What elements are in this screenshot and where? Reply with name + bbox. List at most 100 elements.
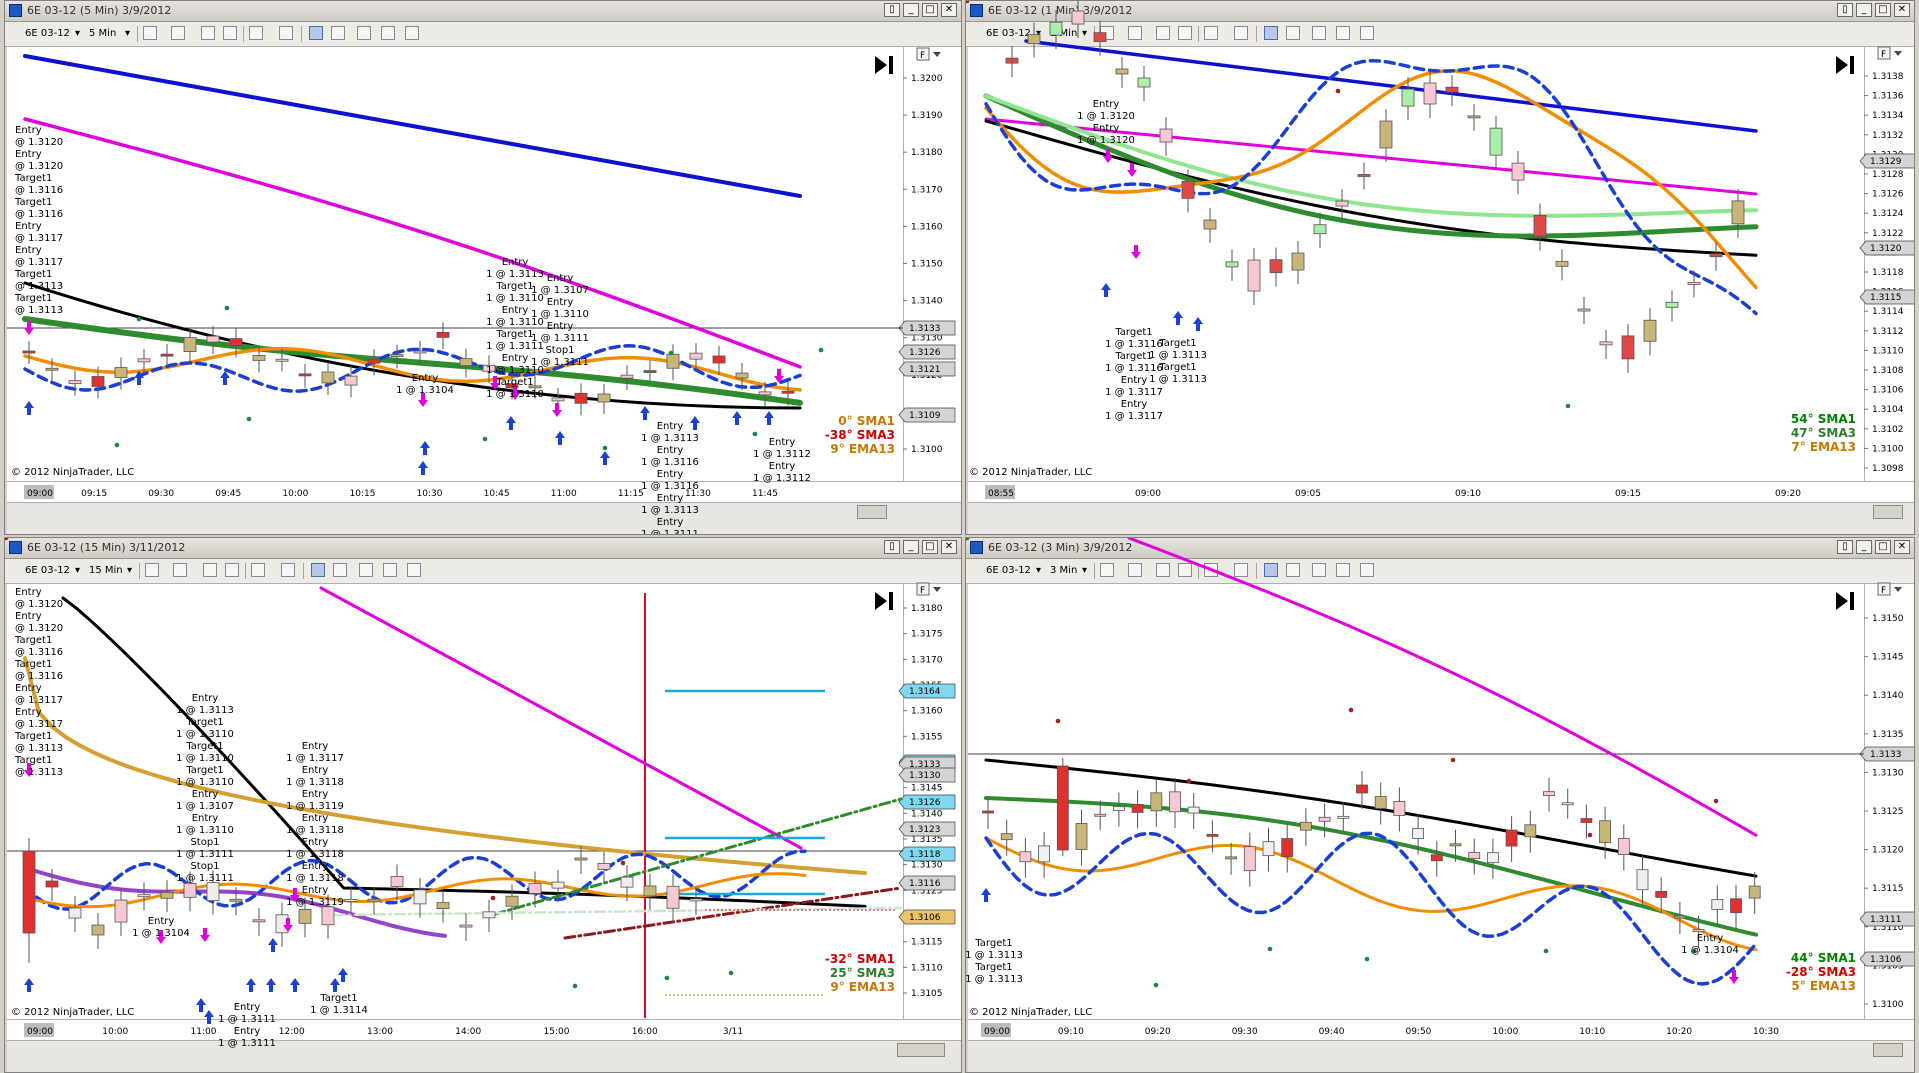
order-label: Entry: [547, 321, 574, 332]
order-label: Target1: [495, 329, 533, 340]
order-label: Entry: [302, 813, 329, 824]
candle-body: [1318, 816, 1331, 822]
price-tag-label: 1.3118: [909, 850, 941, 860]
candle-body: [183, 882, 197, 898]
play-end-icon: [889, 56, 893, 74]
price-tag-label: 1.3130: [909, 771, 941, 781]
price-tick-label: 1.3125: [1872, 807, 1904, 817]
candle-body: [551, 881, 565, 889]
order-label: @ 1.3120: [15, 137, 63, 148]
price-tag-label: 1.3133: [909, 324, 941, 334]
play-end-icon: [1836, 56, 1848, 74]
candle-body: [114, 367, 128, 378]
sma-blue-line: [1024, 39, 1758, 133]
order-label: Entry: [192, 789, 219, 800]
order-label: @ 1.3117: [15, 695, 63, 706]
legend-entry: -32° SMA1: [825, 952, 895, 966]
candle-body: [1665, 301, 1679, 308]
price-tick-label: 1.3150: [1872, 614, 1904, 624]
time-tick-label: 09:40: [1319, 1027, 1345, 1037]
order-label: @ 1.3120: [15, 599, 63, 610]
buy-arrow-icon: [220, 371, 230, 385]
chart-window-15min: 6E 03-12 (15 Min) 3/11/2012 ▯ _ □ ✕ 6E 0…: [4, 537, 962, 1073]
price-tick-label: 1.3145: [1872, 653, 1904, 663]
time-tick-label: 09:30: [148, 489, 174, 499]
candle-body: [1181, 180, 1195, 199]
order-label: Entry: [15, 611, 42, 622]
candle-body: [45, 880, 59, 888]
time-tick-label: 09:00: [27, 1027, 53, 1037]
order-label: @ 1.3120: [15, 161, 63, 172]
chevron-down-icon: [1894, 587, 1902, 592]
play-end-icon: [1850, 56, 1854, 74]
order-label: Entry: [15, 683, 42, 694]
order-label: Stop1: [545, 345, 574, 356]
price-tick-label: 1.3100: [911, 445, 943, 455]
candle-body: [1169, 791, 1181, 813]
legend-entry: -28° SMA3: [1786, 965, 1856, 979]
candle-body: [91, 376, 105, 387]
price-tag-label: 1.3106: [1870, 955, 1902, 965]
order-label: Target1: [185, 741, 223, 752]
candle-body: [436, 331, 450, 338]
candle-body: [1027, 34, 1041, 45]
sell-arrow-icon: [200, 928, 210, 942]
order-label: Target1: [14, 659, 52, 670]
order-label: Entry: [148, 916, 175, 927]
order-label: @ 1.3116: [15, 209, 63, 220]
buy-arrow-icon: [981, 888, 991, 902]
order-label: 1 @ 1.3120: [1077, 135, 1135, 146]
candle-body: [597, 393, 611, 403]
candle-body: [1075, 823, 1088, 850]
candle-body: [551, 397, 565, 402]
order-label: Target1: [14, 293, 52, 304]
candle-body: [321, 906, 335, 926]
order-label: Entry: [1121, 399, 1148, 410]
price-tick-label: 1.3118: [1872, 268, 1904, 278]
price-tick-label: 1.3110: [911, 963, 943, 973]
buy-arrow-icon: [640, 406, 650, 420]
time-tick-label: 12:00: [279, 1027, 305, 1037]
price-tick-label: 1.3124: [1872, 209, 1904, 219]
candle-body: [1291, 252, 1305, 271]
candle-body: [344, 375, 358, 386]
time-tick-label: 09:45: [215, 489, 241, 499]
candle-body: [1137, 77, 1151, 88]
order-label: Entry: [769, 437, 796, 448]
order-label: @ 1.3113: [15, 281, 63, 292]
play-end-icon: [1850, 592, 1854, 610]
order-label: Entry: [15, 125, 42, 136]
candle-body: [321, 371, 335, 384]
order-label: Entry: [234, 1026, 261, 1037]
signal-dot-icon: [1055, 718, 1061, 724]
legend-entry: 47° SMA3: [1791, 426, 1856, 440]
candle-body: [137, 894, 151, 898]
sma-black-line: [984, 758, 1758, 878]
legend-entry: 9° EMA13: [830, 442, 895, 456]
candle-body: [1379, 120, 1393, 149]
price-tick-label: 1.3110: [1872, 346, 1904, 356]
order-label: 1 @ 1.3107: [531, 285, 589, 296]
order-label: 1 @ 1.3113: [966, 974, 1023, 985]
order-label: Entry: [15, 245, 42, 256]
time-tick-label: 11:00: [551, 489, 577, 499]
candle-body: [1313, 224, 1327, 235]
candle-body: [528, 883, 542, 894]
sma-magenta-line: [319, 586, 803, 850]
candle-body: [390, 875, 404, 887]
signal-dot-icon: [966, 1, 970, 4]
legend-entry: 9° EMA13: [830, 980, 895, 994]
price-tag-label: 1.3109: [909, 411, 941, 421]
candle-body: [1131, 804, 1144, 813]
candle-body: [1621, 335, 1635, 360]
copyright-text: © 2012 NinjaTrader, LLC: [969, 467, 1092, 478]
time-tick-label: 09:50: [1405, 1027, 1431, 1037]
price-tick-label: 1.3134: [1872, 111, 1904, 121]
candle-body: [68, 907, 82, 919]
order-label: Entry: [657, 445, 684, 456]
candle-body: [1555, 260, 1569, 267]
candle-body: [298, 908, 312, 924]
chevron-down-icon: [933, 587, 941, 592]
time-tick-label: 09:00: [1135, 489, 1161, 499]
candle-body: [1401, 88, 1415, 107]
